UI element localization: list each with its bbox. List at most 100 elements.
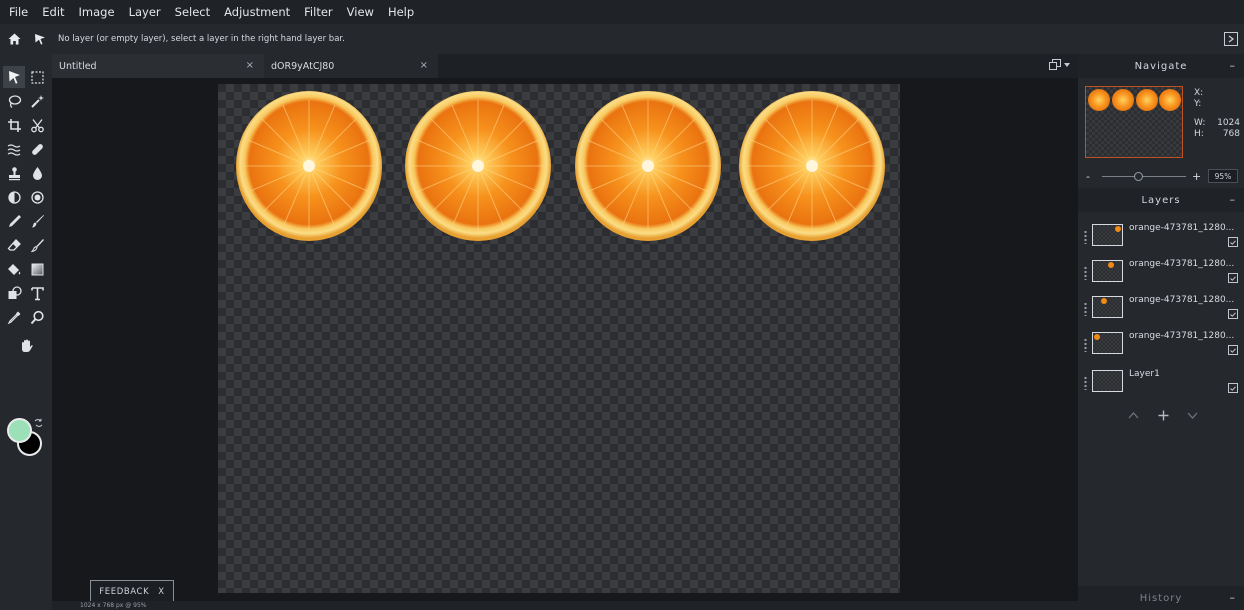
menu-bar: File Edit Image Layer Select Adjustment …	[0, 0, 1244, 24]
layer-name: orange-473781_1280...	[1129, 331, 1235, 341]
visibility-checkbox-icon[interactable]	[1228, 345, 1238, 355]
drag-handle-icon[interactable]	[1084, 338, 1087, 352]
tab-untitled[interactable]: Untitled ×	[52, 54, 264, 78]
menu-layer[interactable]: Layer	[129, 0, 161, 24]
paint-bucket-tool-icon[interactable]	[3, 258, 25, 280]
color-replace-tool-icon[interactable]	[26, 234, 48, 256]
layer-item[interactable]: orange-473781_1280...	[1078, 328, 1244, 364]
layers-title: Layers	[1141, 194, 1181, 206]
zoom-in-button[interactable]: +	[1192, 170, 1202, 183]
zoom-slider[interactable]	[1102, 171, 1186, 181]
move-layer-up-icon[interactable]	[1128, 408, 1139, 423]
drag-handle-icon[interactable]	[1084, 230, 1087, 244]
menu-select[interactable]: Select	[175, 0, 210, 24]
zoom-out-button[interactable]: -	[1086, 170, 1096, 183]
feedback-close-icon[interactable]: X	[158, 587, 164, 597]
dodge-tool-icon[interactable]	[26, 186, 48, 208]
right-panel: Navigate – X: Y: W: 1024 H: 768 - + 95% La…	[1078, 54, 1244, 610]
layer-item[interactable]: Layer1	[1078, 366, 1244, 402]
scissors-tool-icon[interactable]	[26, 114, 48, 136]
window-arrange-icon[interactable]	[1049, 59, 1070, 70]
bandage-heal-tool-icon[interactable]	[26, 138, 48, 160]
menu-help[interactable]: Help	[388, 0, 414, 24]
zoom-value-input[interactable]: 95%	[1208, 169, 1238, 183]
menu-edit[interactable]: Edit	[42, 0, 64, 24]
canvas[interactable]	[218, 84, 900, 593]
layer-thumbnail	[1092, 296, 1123, 318]
shape-tool-icon[interactable]	[3, 282, 25, 304]
navigator-info: X: Y: W: 1024 H: 768	[1194, 88, 1240, 140]
history-header[interactable]: History –	[1078, 586, 1244, 610]
text-tool-icon[interactable]	[26, 282, 48, 304]
hand-tool-icon[interactable]	[15, 334, 37, 356]
visibility-checkbox-icon[interactable]	[1228, 273, 1238, 283]
layer-actions	[1128, 406, 1198, 425]
close-icon[interactable]: ×	[420, 60, 428, 71]
panel-toggle-icon[interactable]	[1224, 32, 1238, 46]
tool-bar	[0, 54, 52, 610]
layer-name: orange-473781_1280...	[1129, 223, 1235, 233]
swap-colors-icon[interactable]	[34, 418, 43, 431]
menu-image[interactable]: Image	[79, 0, 115, 24]
layer-thumbnail	[1092, 370, 1123, 392]
zoom-tool-icon[interactable]	[26, 306, 48, 328]
drag-handle-icon[interactable]	[1084, 266, 1087, 280]
visibility-checkbox-icon[interactable]	[1228, 383, 1238, 393]
layer-name: orange-473781_1280...	[1129, 259, 1235, 269]
navigator-preview[interactable]	[1085, 86, 1183, 158]
history-title: History	[1139, 592, 1183, 604]
w-value: 1024	[1217, 118, 1240, 128]
gradient-tool-icon[interactable]	[26, 258, 48, 280]
layer-item[interactable]: orange-473781_1280...	[1078, 220, 1244, 256]
orange-slice-image	[236, 91, 382, 241]
zoom-slider-handle[interactable]	[1134, 171, 1143, 181]
navigate-header[interactable]: Navigate –	[1078, 54, 1244, 78]
add-layer-icon[interactable]	[1158, 406, 1169, 425]
w-label: W:	[1194, 118, 1206, 128]
menu-file[interactable]: File	[9, 0, 28, 24]
lasso-tool-icon[interactable]	[3, 90, 25, 112]
minimize-icon[interactable]: –	[1230, 193, 1237, 206]
clone-stamp-tool-icon[interactable]	[3, 162, 25, 184]
y-label: Y:	[1194, 99, 1202, 109]
crop-tool-icon[interactable]	[3, 114, 25, 136]
blur-drop-tool-icon[interactable]	[26, 162, 48, 184]
move-tool-indicator-icon	[28, 24, 52, 54]
layer-item[interactable]: orange-473781_1280...	[1078, 292, 1244, 328]
options-bar: No layer (or empty layer), select a laye…	[0, 24, 1244, 54]
sponge-tool-icon[interactable]	[3, 186, 25, 208]
eyedropper-tool-icon[interactable]	[3, 306, 25, 328]
home-icon[interactable]	[0, 24, 28, 54]
menu-adjustment[interactable]: Adjustment	[224, 0, 290, 24]
menu-filter[interactable]: Filter	[304, 0, 332, 24]
visibility-checkbox-icon[interactable]	[1228, 309, 1238, 319]
navigate-title: Navigate	[1134, 60, 1188, 72]
minimize-icon[interactable]: –	[1230, 591, 1237, 604]
eraser-tool-icon[interactable]	[3, 234, 25, 256]
drag-handle-icon[interactable]	[1084, 302, 1087, 316]
menu-view[interactable]: View	[347, 0, 374, 24]
h-label: H:	[1194, 129, 1204, 139]
navigator-orange-thumb	[1136, 89, 1158, 111]
drag-handle-icon[interactable]	[1084, 376, 1087, 390]
x-label: X:	[1194, 88, 1204, 98]
brush-tool-icon[interactable]	[26, 210, 48, 232]
magic-wand-tool-icon[interactable]	[26, 90, 48, 112]
orange-slice-image	[739, 91, 885, 241]
marquee-tool-icon[interactable]	[26, 66, 48, 88]
layers-header[interactable]: Layers –	[1078, 188, 1244, 212]
smudge-tool-icon[interactable]	[3, 138, 25, 160]
zoom-control: - + 95%	[1086, 168, 1238, 184]
visibility-checkbox-icon[interactable]	[1228, 237, 1238, 247]
tab-label: Untitled	[59, 60, 97, 72]
close-icon[interactable]: ×	[246, 60, 254, 71]
layer-item[interactable]: orange-473781_1280...	[1078, 256, 1244, 292]
minimize-icon[interactable]: –	[1230, 59, 1237, 72]
tab-dOR9yAtCJ80[interactable]: dOR9yAtCJ80 ×	[264, 54, 438, 78]
feedback-button[interactable]: FEEDBACK X	[90, 580, 174, 602]
pen-tool-icon[interactable]	[3, 210, 25, 232]
move-layer-down-icon[interactable]	[1187, 408, 1198, 423]
foreground-color-swatch[interactable]	[7, 418, 32, 443]
orange-slice-image	[575, 91, 721, 241]
move-tool-icon[interactable]	[3, 66, 25, 88]
